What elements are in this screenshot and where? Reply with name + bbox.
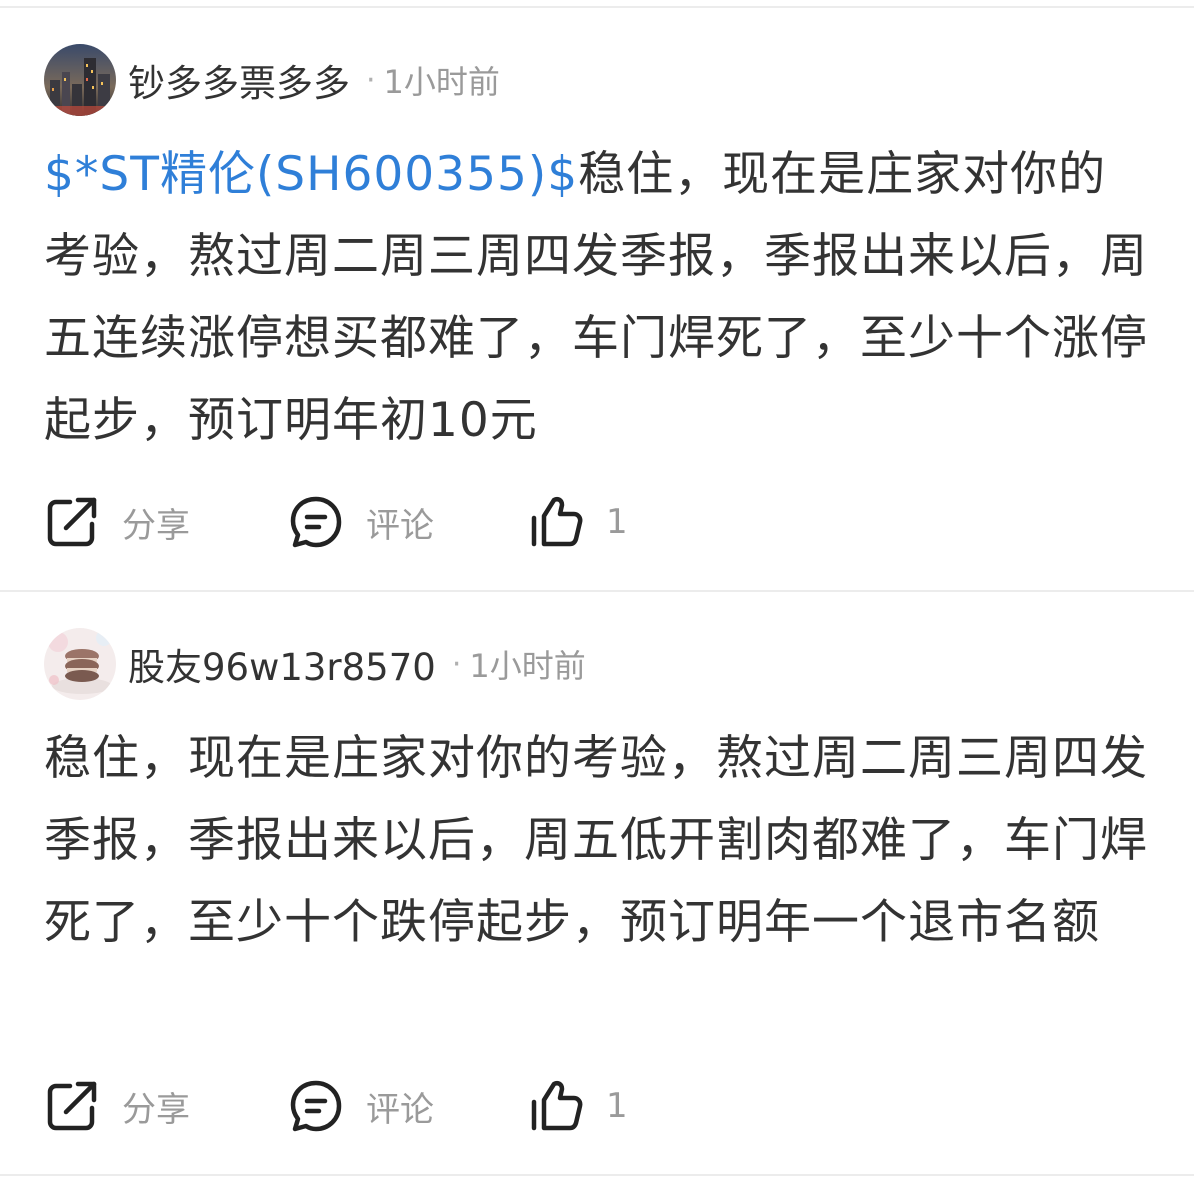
share-icon bbox=[47, 497, 97, 547]
divider bbox=[0, 6, 1194, 8]
post-time: 1小时前 bbox=[383, 63, 500, 101]
stock-tag-link[interactable]: $*ST精伦(SH600355)$ bbox=[44, 147, 578, 202]
avatar[interactable] bbox=[44, 628, 116, 700]
comment-icon bbox=[290, 1080, 342, 1132]
post-actions: 分享 评论 1 bbox=[44, 492, 744, 552]
comment-button[interactable]: 评论 bbox=[288, 492, 434, 552]
share-label: 分享 bbox=[122, 1089, 190, 1130]
city-night-avatar-image bbox=[44, 44, 116, 116]
post-actions: 分享 评论 1 bbox=[44, 1076, 744, 1136]
post-header: 钞多多票多多 · 1小时前 bbox=[44, 44, 500, 116]
thumbs-up-icon bbox=[531, 1080, 583, 1131]
comment-button[interactable]: 评论 bbox=[288, 1076, 434, 1136]
divider bbox=[0, 590, 1194, 592]
comment-label: 评论 bbox=[366, 1089, 434, 1130]
post-body: 稳住，现在是庄家对你的考验，熬过周二周三周四发季报，季报出来以后，周五低开割肉都… bbox=[44, 718, 1154, 964]
share-button[interactable]: 分享 bbox=[44, 1076, 190, 1136]
thumbs-up-icon bbox=[531, 496, 583, 547]
share-button[interactable]: 分享 bbox=[44, 492, 190, 552]
post-header: 股友96w13r8570 · 1小时前 bbox=[44, 628, 586, 700]
post-text: 稳住，现在是庄家对你的考验，熬过周二周三周四发季报，季报出来以后，周五低开割肉都… bbox=[44, 731, 1148, 950]
share-icon bbox=[47, 1081, 97, 1131]
separator-dot: · bbox=[451, 646, 462, 682]
comment-label: 评论 bbox=[366, 505, 434, 546]
like-button[interactable]: 1 bbox=[530, 492, 628, 552]
username[interactable]: 钞多多票多多 bbox=[128, 53, 350, 107]
divider bbox=[0, 1174, 1194, 1176]
macaron-avatar-image bbox=[44, 628, 116, 700]
share-label: 分享 bbox=[122, 505, 190, 546]
post-time: 1小时前 bbox=[469, 647, 586, 685]
comment-feed: 钞多多票多多 · 1小时前 $*ST精伦(SH600355)$稳住，现在是庄家对… bbox=[0, 0, 1194, 1202]
post-body: $*ST精伦(SH600355)$稳住，现在是庄家对你的考验，熬过周二周三周四发… bbox=[44, 134, 1154, 462]
like-count: 1 bbox=[606, 1086, 628, 1126]
avatar[interactable] bbox=[44, 44, 116, 116]
like-button[interactable]: 1 bbox=[530, 1076, 628, 1136]
comment-icon bbox=[290, 496, 342, 548]
separator-dot: · bbox=[366, 62, 376, 98]
like-count: 1 bbox=[606, 502, 628, 542]
username[interactable]: 股友96w13r8570 bbox=[128, 637, 436, 691]
